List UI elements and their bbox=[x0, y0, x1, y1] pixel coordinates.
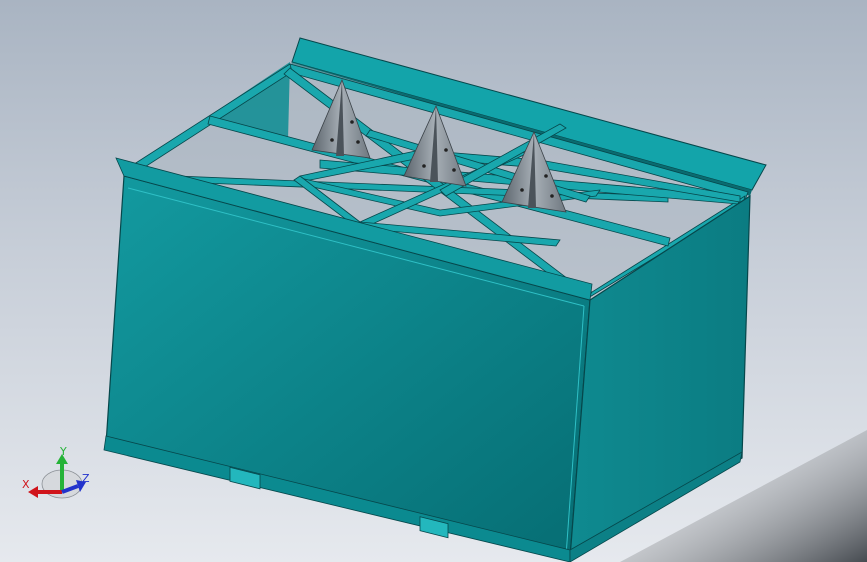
triad-x-label: X bbox=[22, 478, 30, 491]
coordinate-triad-icon: Y X Z bbox=[22, 445, 90, 499]
cad-viewport[interactable]: Y X Z bbox=[0, 0, 867, 562]
triad-y-label: Y bbox=[59, 445, 67, 458]
triad-z-label: Z bbox=[82, 472, 90, 485]
model-canvas[interactable]: Y X Z bbox=[0, 0, 867, 562]
